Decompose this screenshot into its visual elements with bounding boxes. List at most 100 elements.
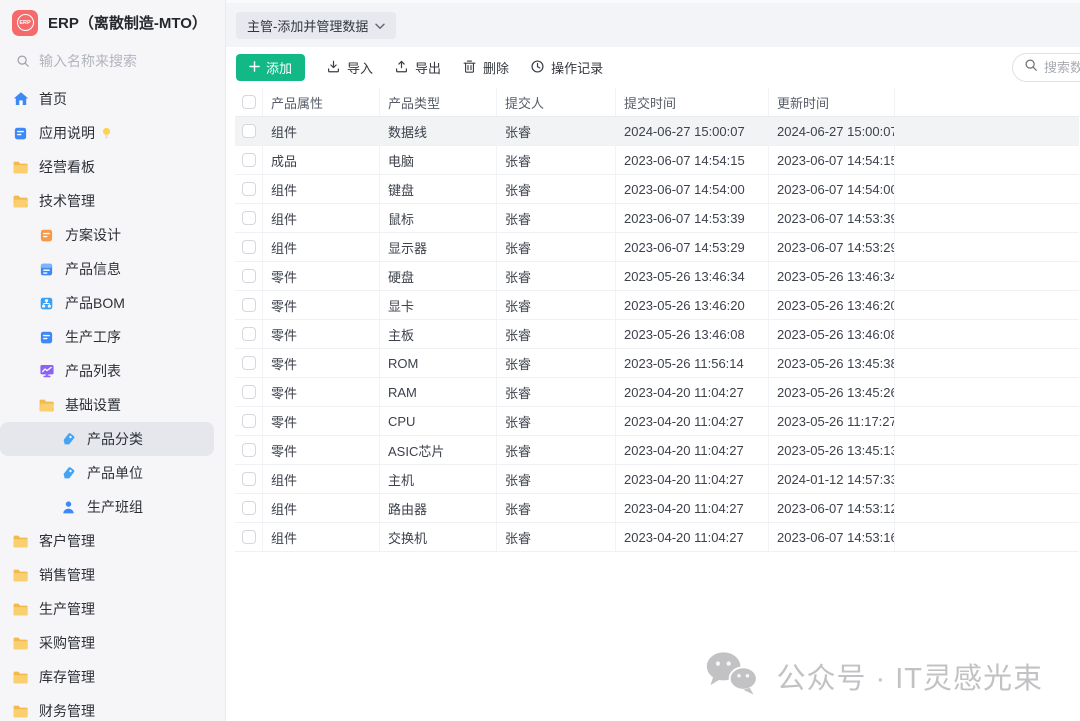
cell-update-time: 2024-06-27 15:00:07 [769, 117, 895, 145]
select-all-checkbox[interactable] [242, 95, 256, 109]
sidebar-search[interactable] [0, 46, 225, 76]
cell-submitter: 张睿 [497, 291, 616, 319]
add-button[interactable]: 添加 [236, 54, 305, 81]
table-row[interactable]: 成品电脑张睿2023-06-07 14:54:152023-06-07 14:5… [235, 146, 1079, 175]
row-checkbox[interactable] [242, 124, 256, 138]
row-checkbox[interactable] [242, 269, 256, 283]
doc-orange-icon [38, 227, 55, 244]
table-row[interactable]: 组件显示器张睿2023-06-07 14:53:292023-06-07 14:… [235, 233, 1079, 262]
row-checkbox[interactable] [242, 153, 256, 167]
table-row[interactable]: 组件主机张睿2023-04-20 11:04:272024-01-12 14:5… [235, 465, 1079, 494]
clipboard-icon [38, 261, 55, 278]
sidebar-item[interactable]: 库存管理 [0, 660, 214, 694]
cell-product-type: 键盘 [380, 175, 497, 203]
import-button[interactable]: 导入 [326, 58, 373, 77]
sidebar-item[interactable]: 生产管理 [0, 592, 214, 626]
row-checkbox[interactable] [242, 327, 256, 341]
cell-update-time: 2023-05-26 13:46:08 [769, 320, 895, 348]
sidebar-item-label: 客户管理 [39, 531, 95, 551]
row-checkbox-cell [235, 494, 263, 522]
cell-product-type: 主机 [380, 465, 497, 493]
sidebar-item[interactable]: 产品单位 [0, 456, 214, 490]
cell-update-time: 2023-05-26 13:45:13 [769, 436, 895, 464]
row-checkbox[interactable] [242, 240, 256, 254]
folder-icon [12, 159, 29, 176]
table-row[interactable]: 零件ASIC芯片张睿2023-04-20 11:04:272023-05-26 … [235, 436, 1079, 465]
table-row[interactable]: 组件数据线张睿2024-06-27 15:00:072024-06-27 15:… [235, 117, 1079, 146]
cell-submit-time: 2023-04-20 11:04:27 [616, 494, 769, 522]
wechat-icon [703, 649, 761, 703]
export-button[interactable]: 导出 [394, 58, 441, 77]
cell-submit-time: 2023-04-20 11:04:27 [616, 465, 769, 493]
row-checkbox[interactable] [242, 501, 256, 515]
sidebar-item[interactable]: 生产工序 [0, 320, 214, 354]
row-checkbox-cell [235, 349, 263, 377]
table-row[interactable]: 零件主板张睿2023-05-26 13:46:082023-05-26 13:4… [235, 320, 1079, 349]
sidebar-search-input[interactable] [39, 53, 209, 69]
table-search-input[interactable] [1044, 60, 1080, 75]
sidebar-item[interactable]: 产品列表 [0, 354, 214, 388]
cell-filler [895, 291, 1079, 319]
table-row[interactable]: 组件鼠标张睿2023-06-07 14:53:392023-06-07 14:5… [235, 204, 1079, 233]
tag-icon [60, 465, 77, 482]
sidebar-item[interactable]: 基础设置 [0, 388, 214, 422]
row-checkbox-cell [235, 291, 263, 319]
row-checkbox[interactable] [242, 443, 256, 457]
folder-icon [12, 635, 29, 652]
table-row[interactable]: 零件显卡张睿2023-05-26 13:46:202023-05-26 13:4… [235, 291, 1079, 320]
row-checkbox[interactable] [242, 298, 256, 312]
sidebar-item[interactable]: 客户管理 [0, 524, 214, 558]
cell-submitter: 张睿 [497, 233, 616, 261]
folder-icon [12, 567, 29, 584]
cell-submitter: 张睿 [497, 117, 616, 145]
table-search[interactable] [1012, 53, 1080, 82]
row-checkbox[interactable] [242, 530, 256, 544]
sidebar-item[interactable]: 产品BOM [0, 286, 214, 320]
sidebar-item[interactable]: 产品分类 [0, 422, 214, 456]
delete-button[interactable]: 删除 [462, 58, 509, 77]
sidebar-item[interactable]: 技术管理 [0, 184, 214, 218]
row-checkbox[interactable] [242, 385, 256, 399]
table-row[interactable]: 组件路由器张睿2023-04-20 11:04:272023-06-07 14:… [235, 494, 1079, 523]
cell-submit-time: 2023-05-26 13:46:08 [616, 320, 769, 348]
table-row[interactable]: 零件CPU张睿2023-04-20 11:04:272023-05-26 11:… [235, 407, 1079, 436]
row-checkbox[interactable] [242, 182, 256, 196]
row-checkbox[interactable] [242, 356, 256, 370]
cell-filler [895, 320, 1079, 348]
cell-filler [895, 262, 1079, 290]
sidebar-item[interactable]: 方案设计 [0, 218, 214, 252]
cell-update-time: 2023-06-07 14:53:12 [769, 494, 895, 522]
sidebar-item-label: 产品信息 [65, 259, 121, 279]
sidebar-item[interactable]: 经营看板 [0, 150, 214, 184]
sidebar-item[interactable]: 生产班组 [0, 490, 214, 524]
cell-update-time: 2024-01-12 14:57:33 [769, 465, 895, 493]
row-checkbox-cell [235, 146, 263, 174]
operation-log-button[interactable]: 操作记录 [530, 58, 603, 77]
table-toolbar: 添加 导入 导出 删除 操作记录 [226, 47, 1080, 88]
cell-submitter: 张睿 [497, 378, 616, 406]
sidebar-item[interactable]: 应用说明 [0, 116, 214, 150]
sidebar-item[interactable]: 销售管理 [0, 558, 214, 592]
sidebar-item[interactable]: 采购管理 [0, 626, 214, 660]
row-checkbox[interactable] [242, 414, 256, 428]
sidebar-item-label: 生产工序 [65, 327, 121, 347]
sidebar-item-label: 方案设计 [65, 225, 121, 245]
sidebar-item[interactable]: 首页 [0, 82, 214, 116]
table-row[interactable]: 零件硬盘张睿2023-05-26 13:46:342023-05-26 13:4… [235, 262, 1079, 291]
row-checkbox-cell [235, 262, 263, 290]
sidebar-item[interactable]: 财务管理 [0, 694, 214, 721]
table-row[interactable]: 零件ROM张睿2023-05-26 11:56:142023-05-26 13:… [235, 349, 1079, 378]
cell-filler [895, 204, 1079, 232]
search-icon [1024, 58, 1038, 77]
sidebar-item[interactable]: 产品信息 [0, 252, 214, 286]
view-selector-dropdown[interactable]: 主管-添加并管理数据 [236, 12, 396, 39]
table-row[interactable]: 组件键盘张睿2023-06-07 14:54:002023-06-07 14:5… [235, 175, 1079, 204]
cell-update-time: 2023-05-26 13:46:34 [769, 262, 895, 290]
cell-filler [895, 436, 1079, 464]
row-checkbox[interactable] [242, 211, 256, 225]
row-checkbox[interactable] [242, 472, 256, 486]
table-row[interactable]: 零件RAM张睿2023-04-20 11:04:272023-05-26 13:… [235, 378, 1079, 407]
table-row[interactable]: 组件交换机张睿2023-04-20 11:04:272023-06-07 14:… [235, 523, 1079, 552]
cell-submit-time: 2023-04-20 11:04:27 [616, 436, 769, 464]
cell-submit-time: 2023-06-07 14:54:15 [616, 146, 769, 174]
